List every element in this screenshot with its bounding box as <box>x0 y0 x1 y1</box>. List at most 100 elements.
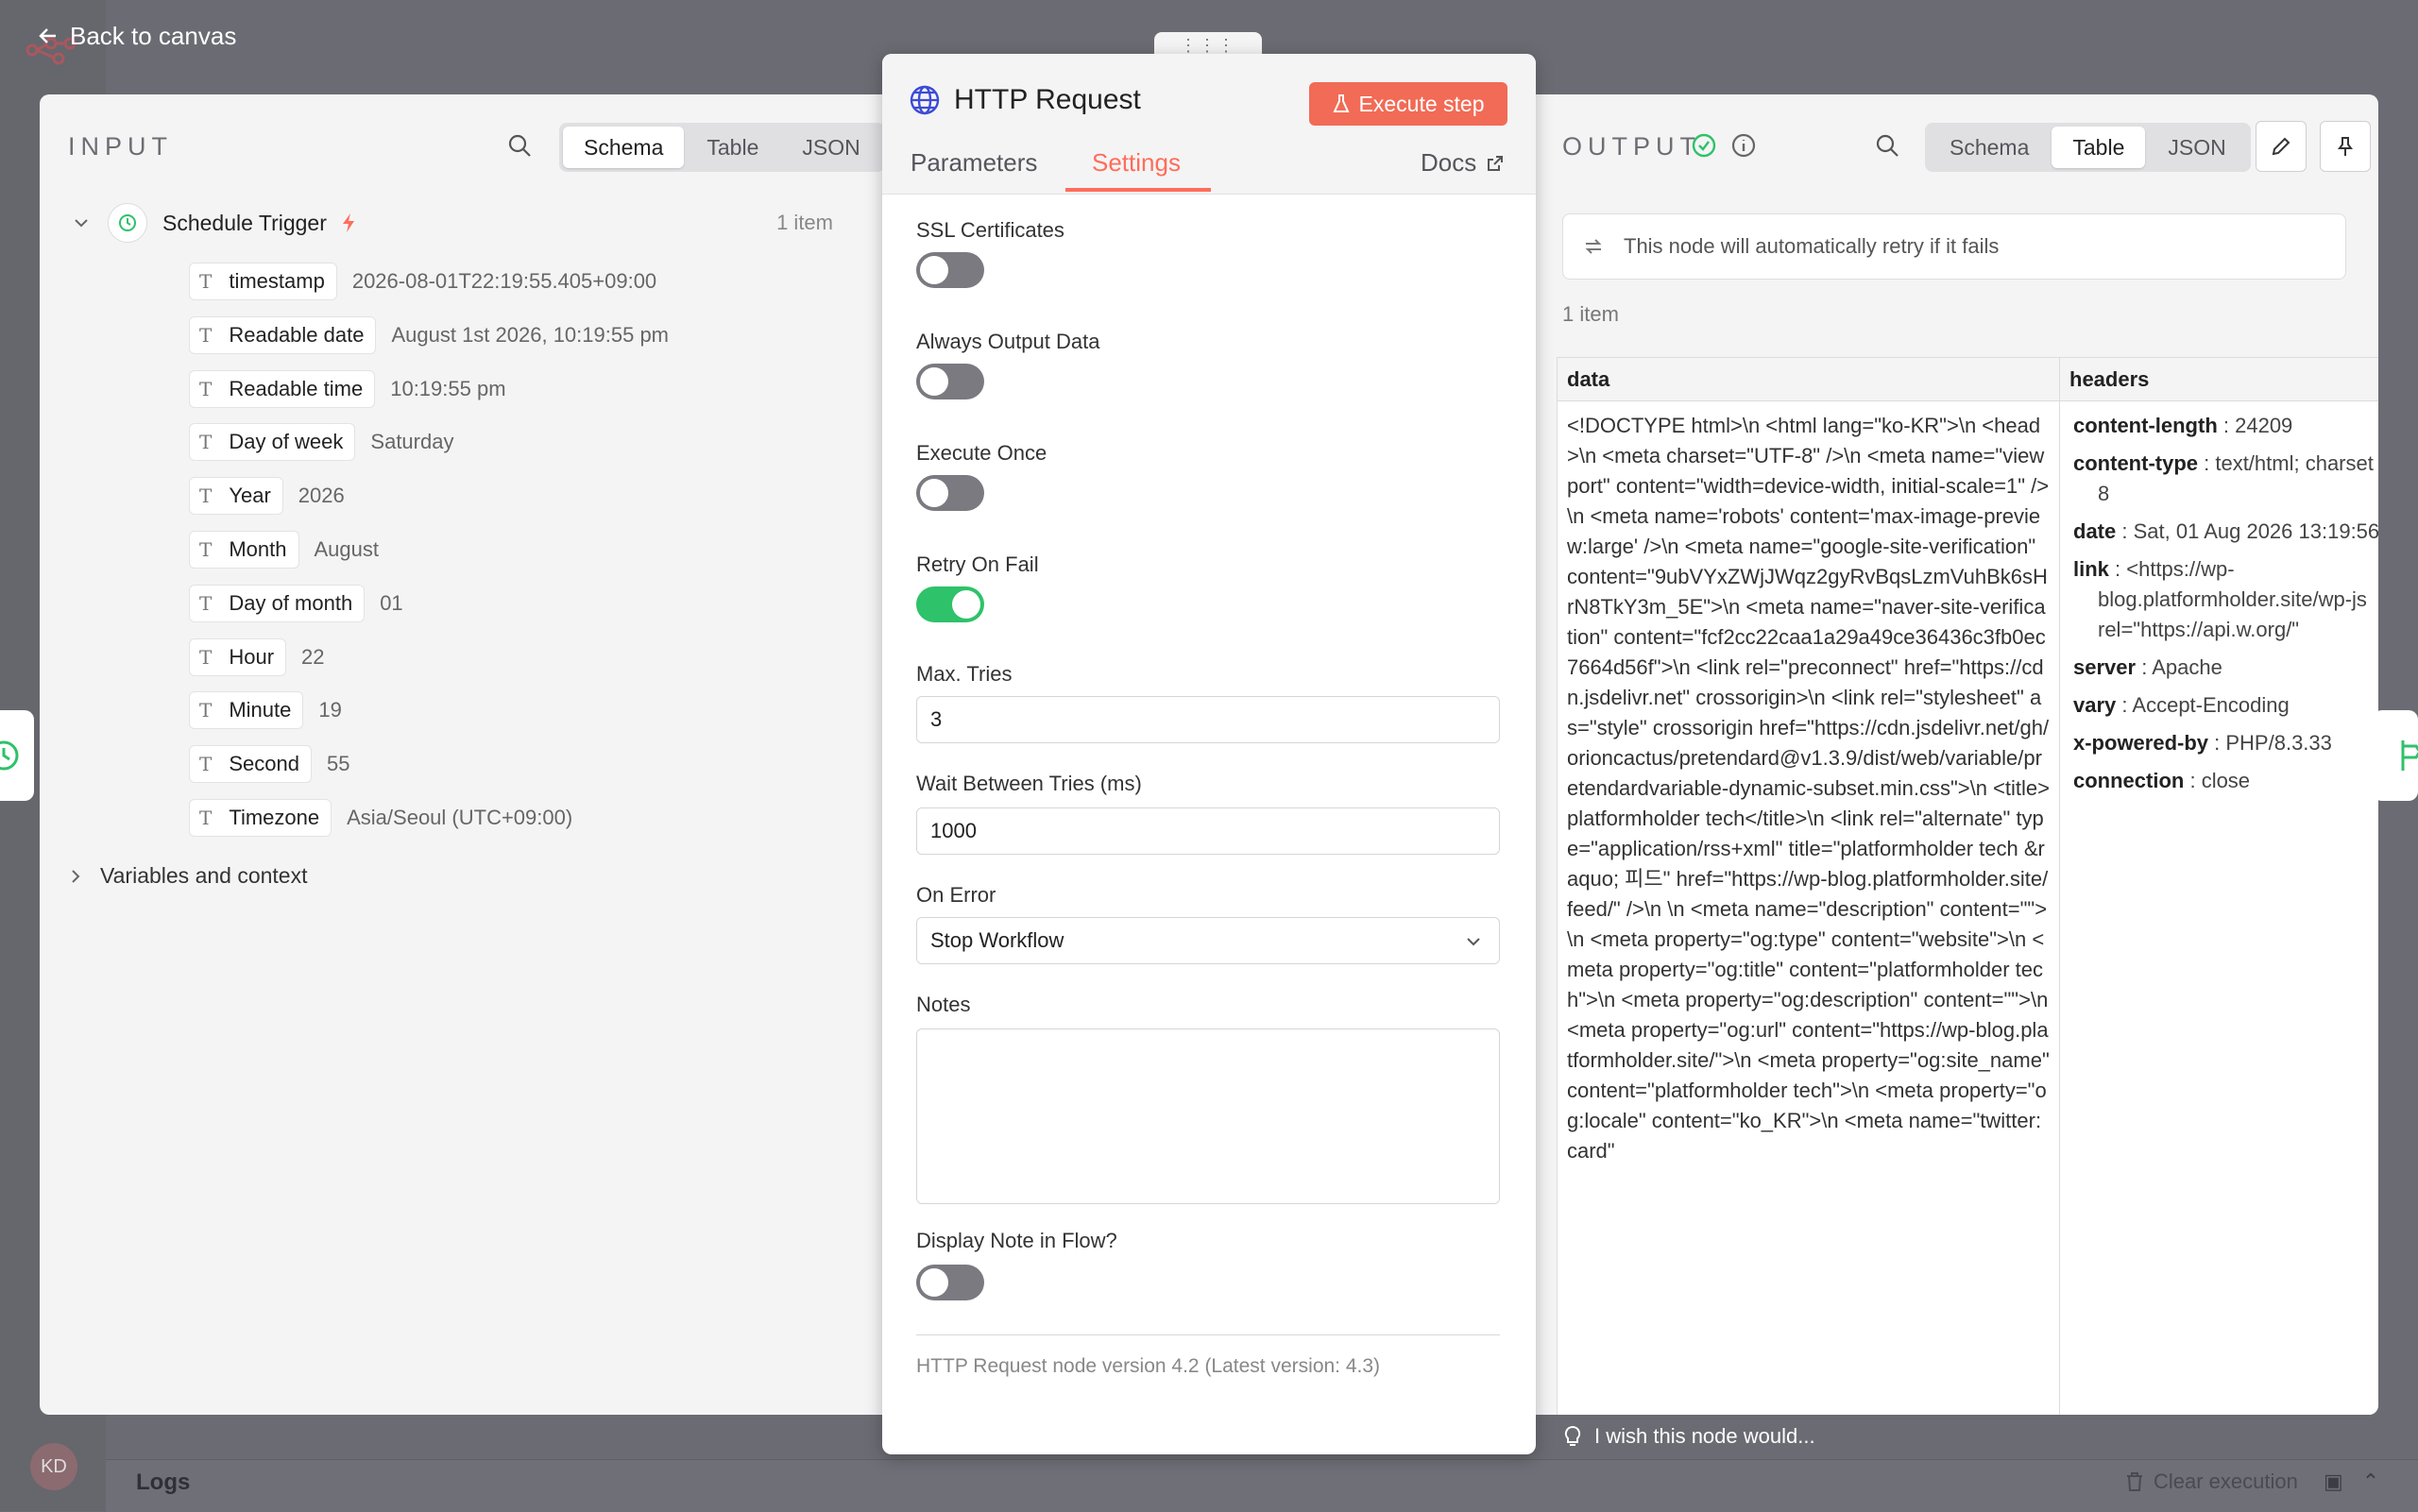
feedback-link[interactable]: I wish this node would... <box>1564 1424 1815 1449</box>
pin-output-button[interactable] <box>2320 121 2371 172</box>
schema-field[interactable]: T Hour 22 <box>189 637 325 676</box>
field-name-pill[interactable]: T Hour <box>189 637 287 676</box>
schema-field[interactable]: T Readable date August 1st 2026, 10:19:55 … <box>189 315 669 354</box>
header-entry: content-length : 24209 <box>2073 411 2378 441</box>
variables-and-context-row[interactable]: Variables and context <box>68 863 308 889</box>
text-type-icon: T <box>199 484 213 508</box>
field-name-pill[interactable]: Ttimestamp <box>189 263 337 300</box>
header-entry: server : Apache <box>2073 653 2378 683</box>
toggle-knob <box>920 1268 948 1297</box>
field-name-pill[interactable]: T Year <box>189 477 283 516</box>
clear-execution-button[interactable]: Clear execution <box>2125 1470 2298 1494</box>
previous-node-tab[interactable] <box>0 710 34 801</box>
schema-field[interactable]: T Readable time 10:19:55 pm <box>189 369 506 408</box>
field-name-pill[interactable]: T Minute <box>189 691 304 730</box>
field-name: Readable time <box>229 376 364 400</box>
schema-field[interactable]: T Minute 19 <box>189 691 342 730</box>
info-icon[interactable] <box>1730 132 1757 159</box>
output-tab-table[interactable]: Table <box>2052 127 2146 168</box>
chevron-down-icon[interactable] <box>72 213 91 232</box>
back-to-canvas-label: Back to canvas <box>70 21 237 50</box>
tab-docs[interactable]: Docs <box>1421 148 1505 178</box>
schema-field[interactable]: T Timezone Asia/Seoul (UTC+09:00) <box>189 799 572 837</box>
on-error-select[interactable]: Stop Workflow <box>916 917 1500 964</box>
header-separator: : <box>2108 557 2127 581</box>
field-value: 01 <box>380 590 403 615</box>
ssl-certificates-label: SSL Certificates <box>916 218 1064 242</box>
next-node-tab[interactable] <box>2373 710 2418 801</box>
field-value: Asia/Seoul (UTC+09:00) <box>347 806 573 829</box>
text-type-icon: T <box>199 270 213 293</box>
text-type-icon: T <box>199 591 213 615</box>
external-link-icon <box>1488 155 1504 171</box>
notes-textarea[interactable] <box>916 1028 1500 1204</box>
schema-field[interactable]: T Day of month 01 <box>189 584 403 622</box>
header-key: content-type <box>2073 451 2198 475</box>
schedule-trigger-row[interactable]: Schedule Trigger 1 item <box>64 202 858 244</box>
retry-on-fail-toggle[interactable] <box>916 586 984 622</box>
trigger-node-name: Schedule Trigger <box>162 210 327 235</box>
tab-settings[interactable]: Settings <box>1092 148 1181 178</box>
pin-icon <box>2338 137 2353 156</box>
chevron-right-icon <box>72 869 80 883</box>
header-value: 24209 <box>2235 414 2293 437</box>
always-output-data-toggle[interactable] <box>916 364 984 399</box>
max-tries-input[interactable]: 3 <box>916 696 1500 743</box>
schema-field[interactable]: T Second 55 <box>189 745 349 784</box>
toggle-knob <box>920 367 948 396</box>
output-tab-schema[interactable]: Schema <box>1929 127 2050 168</box>
back-to-canvas-link[interactable]: Back to canvas <box>38 19 236 53</box>
execute-step-label: Execute step <box>1358 91 1485 116</box>
chevron-up-icon[interactable]: ⌃ <box>2362 1470 2379 1494</box>
field-name-pill[interactable]: T Second <box>189 745 312 784</box>
text-type-icon: T <box>199 431 213 454</box>
version-note: HTTP Request node version 4.2 (Latest ve… <box>916 1355 1381 1377</box>
field-name-pill[interactable]: T Day of week <box>189 423 356 462</box>
schema-field[interactable]: T Year 2026 <box>189 477 345 516</box>
display-note-label: Display Note in Flow? <box>916 1229 1117 1252</box>
text-type-icon: T <box>199 753 213 776</box>
panel-toggle-icon[interactable]: ▣ <box>2324 1470 2343 1494</box>
header-value-continued: 8 <box>2098 482 2110 505</box>
ssl-certificates-toggle[interactable] <box>916 252 984 288</box>
tab-parameters[interactable]: Parameters <box>911 148 1037 178</box>
field-name-pill[interactable]: T Month <box>189 531 299 569</box>
output-tab-json[interactable]: JSON <box>2147 127 2246 168</box>
schema-field[interactable]: T Day of week Saturday <box>189 423 453 462</box>
wait-between-tries-input[interactable]: 1000 <box>916 807 1500 855</box>
input-search-button[interactable] <box>501 127 538 164</box>
display-note-toggle[interactable] <box>916 1265 984 1300</box>
retry-notice: This node will automatically retry if it… <box>1562 213 2346 280</box>
text-type-icon: T <box>199 807 213 829</box>
field-value: August <box>314 537 380 561</box>
header-value-continued: blog.platformholder.site/wp-js <box>2098 587 2367 611</box>
field-name-pill[interactable]: T Readable date <box>189 315 377 354</box>
data-cell: <!DOCTYPE html>\n <html lang="ko-KR">\n … <box>1558 401 2060 1415</box>
retry-notice-text: This node will automatically retry if it… <box>1624 234 2000 258</box>
arrow-left-icon <box>39 28 56 43</box>
header-value: text/html; charset <box>2215 451 2374 475</box>
column-header-data: data <box>1558 358 2060 401</box>
logs-label[interactable]: Logs <box>136 1470 190 1496</box>
output-search-button[interactable] <box>1868 127 1906 164</box>
edit-output-button[interactable] <box>2256 121 2307 172</box>
schema-field[interactable]: Ttimestamp 2026-08-01T22:19:55.405+09:00 <box>189 263 656 300</box>
search-icon <box>1876 134 1899 157</box>
avatar[interactable]: KD <box>30 1443 77 1490</box>
input-tab-schema[interactable]: Schema <box>563 127 685 168</box>
execute-once-toggle[interactable] <box>916 475 984 511</box>
field-name-pill[interactable]: T Timezone <box>189 799 332 837</box>
flask-icon <box>1332 94 1350 112</box>
pencil-icon <box>2272 137 2290 156</box>
input-tab-table[interactable]: Table <box>686 127 779 168</box>
schema-field[interactable]: T Month August <box>189 531 379 569</box>
input-tab-json[interactable]: JSON <box>781 127 880 168</box>
field-name-pill[interactable]: T Readable time <box>189 369 376 408</box>
signpost-icon <box>2401 740 2418 771</box>
header-separator: : <box>2136 655 2153 679</box>
header-key: date <box>2073 519 2117 543</box>
toggle-knob <box>952 590 980 619</box>
retry-icon <box>1585 239 1602 254</box>
field-name-pill[interactable]: T Day of month <box>189 584 366 622</box>
execute-step-button[interactable]: Execute step <box>1309 82 1507 126</box>
